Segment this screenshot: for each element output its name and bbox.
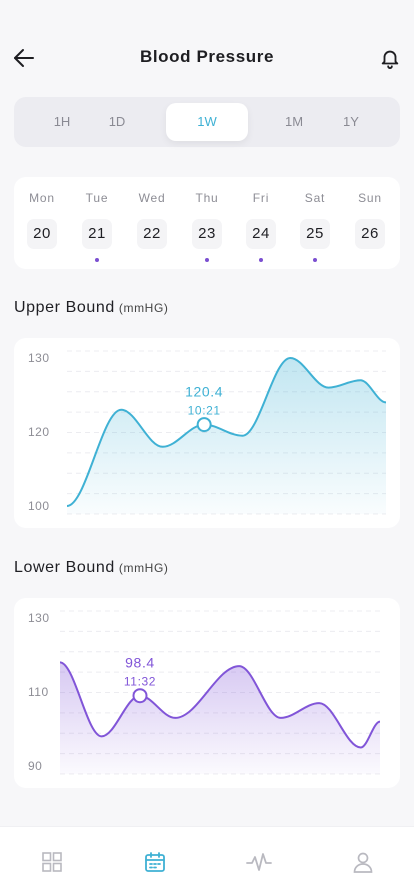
reading-dot	[313, 258, 317, 262]
day-date: 24	[246, 219, 276, 249]
day-name: Mon	[29, 191, 55, 205]
lower-bound-title: Lower Bound (mmHG)	[14, 559, 168, 577]
lower-bound-label: Lower Bound	[14, 559, 115, 576]
day-date: 22	[137, 219, 167, 249]
upper-bound-chart-svg: 130 120 100 120.4 10:21	[28, 350, 387, 515]
day-name: Sun	[358, 191, 382, 205]
day-wed[interactable]: Wed 22	[132, 177, 172, 262]
page-title: Blood Pressure	[139, 47, 275, 66]
day-name: Sat	[304, 191, 326, 205]
day-name: Thu	[195, 191, 219, 205]
day-sat[interactable]: Sat 25	[295, 177, 335, 262]
lower-bound-chart: 130 110 90 98.4 11:32	[14, 598, 400, 788]
bell-icon	[381, 50, 399, 69]
y-tick-label: 120	[28, 425, 50, 439]
y-tick-label: 90	[28, 759, 42, 773]
upper-highlight-point[interactable]	[196, 417, 212, 433]
tab-1w[interactable]: 1W	[166, 103, 248, 141]
day-date: 21	[82, 219, 112, 249]
time-range-selector: 1H 1D 1W 1M 1Y	[14, 97, 400, 147]
activity-icon	[246, 853, 272, 871]
tab-1m[interactable]: 1M	[274, 97, 314, 147]
day-name: Fri	[252, 191, 270, 205]
upper-bound-label: Upper Bound	[14, 299, 115, 316]
notifications-button[interactable]	[374, 42, 406, 74]
reading-dot	[205, 258, 209, 262]
tab-1d[interactable]: 1D	[97, 97, 137, 147]
day-name: Tue	[85, 191, 109, 205]
day-tue[interactable]: Tue 21	[77, 177, 117, 262]
y-tick-label: 130	[28, 611, 50, 625]
day-fri[interactable]: Fri 24	[241, 177, 281, 262]
bottom-tab-bar	[0, 826, 414, 896]
day-date: 23	[192, 219, 222, 249]
tab-profile[interactable]	[348, 847, 378, 877]
profile-icon	[353, 852, 373, 873]
y-tick-label: 100	[28, 499, 50, 513]
calendar-icon	[145, 852, 165, 872]
lower-bound-unit: (mmHG)	[118, 561, 169, 575]
upper-area-fill	[67, 358, 386, 514]
upper-bound-unit: (mmHG)	[118, 301, 169, 315]
y-tick-label: 110	[28, 685, 49, 699]
reading-dot	[259, 258, 263, 262]
day-mon[interactable]: Mon 20	[22, 177, 62, 262]
upper-bound-chart: 130 120 100 120.4 10:21	[14, 338, 400, 528]
tab-calendar[interactable]	[140, 847, 170, 877]
day-thu[interactable]: Thu 23	[187, 177, 227, 262]
lower-bound-chart-svg: 130 110 90 98.4 11:32	[28, 610, 381, 775]
day-date: 26	[355, 219, 385, 249]
upper-highlight-value: 120.4	[185, 384, 223, 400]
upper-bound-title: Upper Bound (mmHG)	[14, 299, 168, 317]
lower-area-fill	[60, 662, 380, 774]
header: Blood Pressure	[0, 0, 414, 96]
day-name: Wed	[138, 191, 166, 205]
lower-highlight-point[interactable]	[132, 688, 148, 704]
y-tick-label: 130	[28, 351, 50, 365]
day-date: 25	[300, 219, 330, 249]
upper-highlight-time: 10:21	[188, 404, 221, 418]
tab-1h[interactable]: 1H	[42, 97, 82, 147]
day-sun[interactable]: Sun 26	[350, 177, 390, 262]
lower-highlight-time: 11:32	[124, 675, 156, 689]
reading-dot	[95, 258, 99, 262]
tab-dashboard[interactable]	[37, 847, 67, 877]
day-date: 20	[27, 219, 57, 249]
lower-highlight-value: 98.4	[125, 655, 155, 671]
week-day-selector: Mon 20 Tue 21 Wed 22 Thu 23 Fri 24 Sat 2…	[14, 177, 400, 269]
grid-icon	[42, 852, 62, 872]
tab-1y[interactable]: 1Y	[331, 97, 371, 147]
tab-activity[interactable]	[244, 847, 274, 877]
